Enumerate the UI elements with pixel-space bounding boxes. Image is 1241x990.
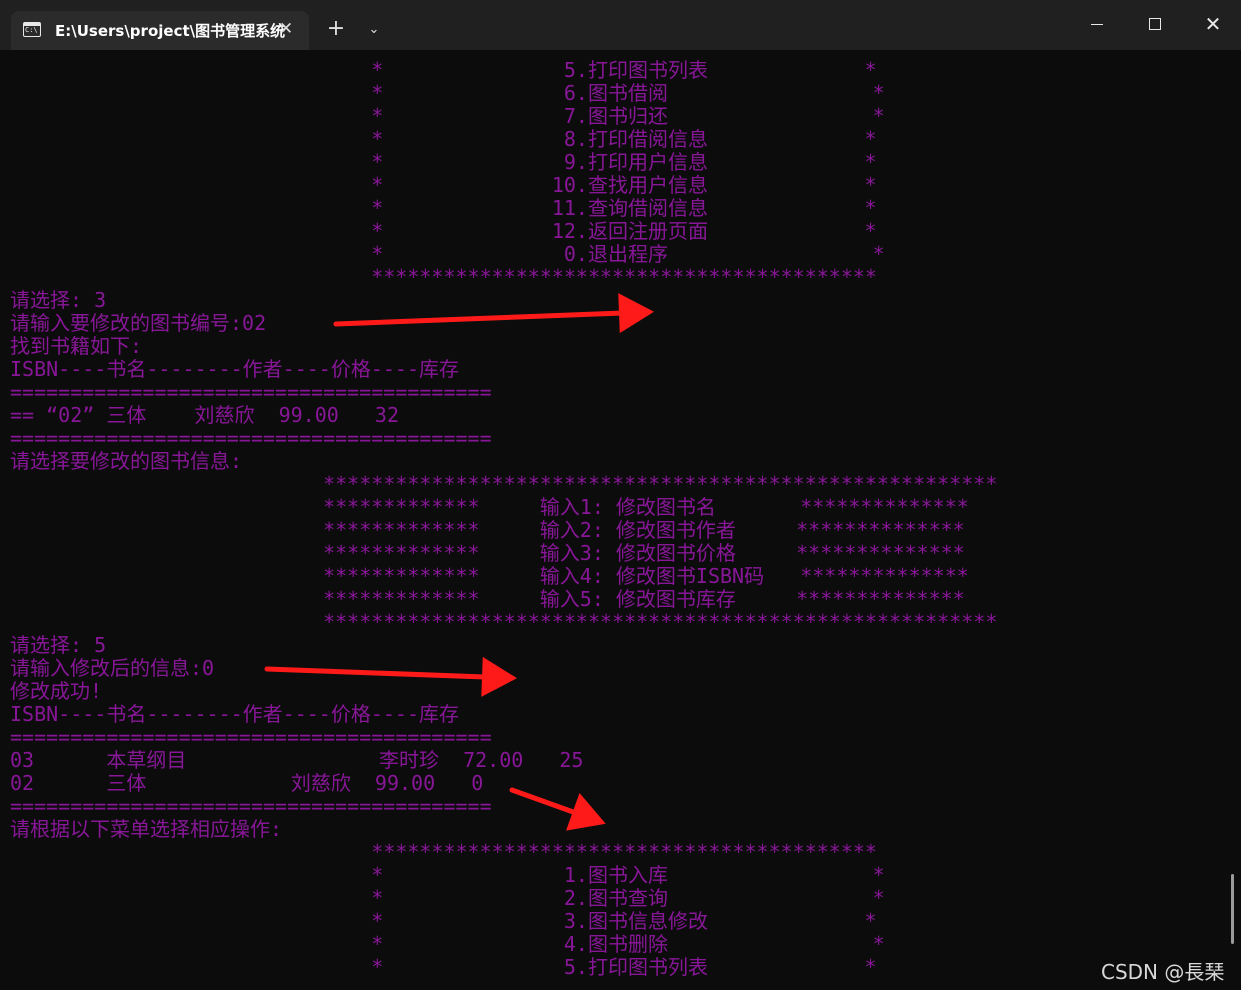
console-line: 请根据以下菜单选择相应操作: <box>10 817 283 841</box>
console-line: 02 三体 刘慈欣 99.00 0 <box>10 771 484 795</box>
console-line: * 7.图书归还 * <box>10 104 885 128</box>
console-line: ************* 输入2: 修改图书作者 ************** <box>10 518 965 542</box>
close-window-button[interactable]: ✕ <box>1184 0 1241 48</box>
console-line: * 10.查找用户信息 * <box>10 173 877 197</box>
console-line: 请选择: 3 <box>10 288 107 312</box>
console-line: * 3.图书信息修改 * <box>10 909 877 933</box>
minimize-button[interactable] <box>1068 0 1126 48</box>
console-line: 请输入要修改的图书编号:02 <box>10 311 267 335</box>
tab-close-icon[interactable]: ✕ <box>275 18 297 40</box>
console-line: * 9.打印用户信息 * <box>10 150 877 174</box>
console-line: * 1.图书入库 * <box>10 863 885 887</box>
console-line: * 4.图书删除 * <box>10 932 885 956</box>
console-line: ****************************************… <box>10 840 877 864</box>
console-line: 请选择: 5 <box>10 633 107 657</box>
tab-title: E:\Users\project\图书管理系统 <box>55 22 286 40</box>
console-line: == “02” 三体 刘慈欣 99.00 32 <box>10 403 399 427</box>
terminal-tab[interactable]: C:\ E:\Users\project\图书管理系统 ✕ <box>11 11 309 50</box>
console-line: ************* 输入1: 修改图书名 ************** <box>10 495 969 519</box>
new-tab-button[interactable]: + <box>322 17 350 43</box>
console-line: * 2.图书查询 * <box>10 886 885 910</box>
chevron-down-icon[interactable]: ⌄ <box>363 20 385 40</box>
console-icon: C:\ <box>23 22 41 37</box>
title-bar: C:\ E:\Users\project\图书管理系统 ✕ + ⌄ ✕ <box>0 0 1241 50</box>
console-line: ======================================== <box>10 794 492 818</box>
console-line: 请输入修改后的信息:0 <box>10 656 215 680</box>
terminal-window: C:\ E:\Users\project\图书管理系统 ✕ + ⌄ ✕ * 5.… <box>0 0 1241 990</box>
watermark: CSDN @長琹 <box>1101 960 1225 984</box>
scrollbar[interactable] <box>1231 874 1234 944</box>
console-line: * 6.图书借阅 * <box>10 81 885 105</box>
console-line: ISBN----书名--------作者----价格----库存 <box>10 357 459 381</box>
console-line: 修改成功! <box>10 679 103 703</box>
console-line: ************* 输入4: 修改图书ISBN码 ***********… <box>10 564 969 588</box>
console-line: ======================================== <box>10 725 492 749</box>
console-line: 请选择要修改的图书信息: <box>10 449 243 473</box>
console-line: * 8.打印借阅信息 * <box>10 127 877 151</box>
console-line: ****************************************… <box>10 610 998 634</box>
console-line: ****************************************… <box>10 472 998 496</box>
console-icon-label: C:\ <box>25 26 38 34</box>
console-output[interactable]: * 5.打印图书列表 * * 6.图书借阅 * * 7.图书归还 * * 8.打… <box>0 50 1241 990</box>
console-line: * 5.打印图书列表 * <box>10 955 877 979</box>
console-line: ======================================== <box>10 426 492 450</box>
console-line: ISBN----书名--------作者----价格----库存 <box>10 702 459 726</box>
console-line: ****************************************… <box>10 265 877 289</box>
console-line: * 5.打印图书列表 * <box>10 58 877 82</box>
console-line: 03 本草纲目 李时珍 72.00 25 <box>10 748 584 772</box>
console-line: * 12.返回注册页面 * <box>10 219 877 243</box>
console-line: * 0.退出程序 * <box>10 242 885 266</box>
console-line: ************* 输入5: 修改图书库存 ************** <box>10 587 965 611</box>
console-line: * 11.查询借阅信息 * <box>10 196 877 220</box>
console-line: 找到书籍如下: <box>10 334 143 358</box>
console-line: ************* 输入3: 修改图书价格 ************** <box>10 541 965 565</box>
console-line: ======================================== <box>10 380 492 404</box>
maximize-button[interactable] <box>1126 0 1184 48</box>
